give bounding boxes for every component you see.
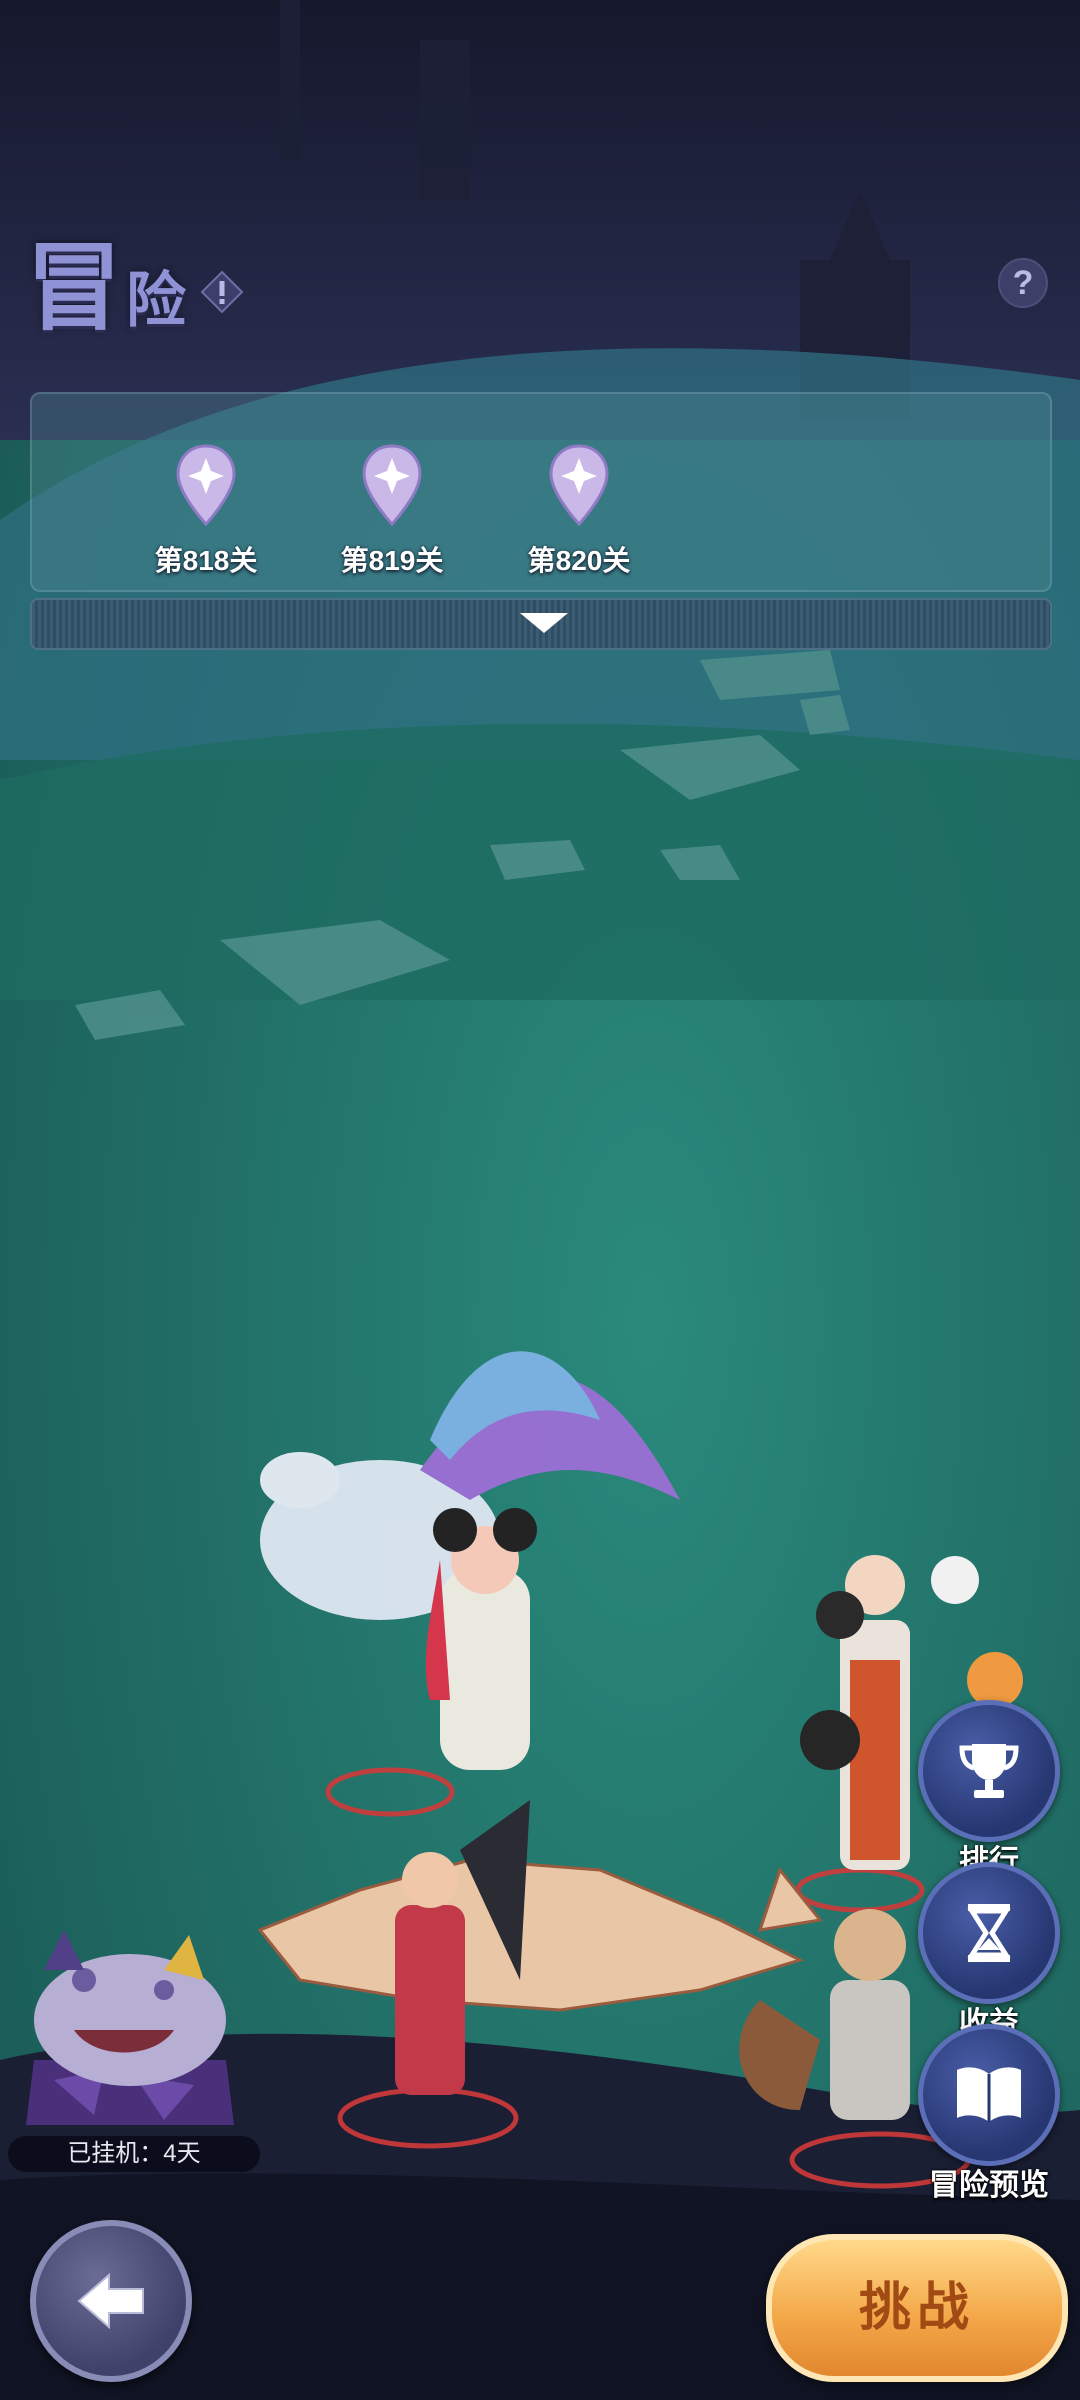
idle-duration-label: 已挂机：4天: [8, 2136, 260, 2172]
rank-button[interactable]: 排行: [904, 1700, 1074, 1880]
stage-node[interactable]: 第818关: [136, 444, 276, 579]
location-pin-icon: [549, 444, 609, 527]
income-button[interactable]: 收益: [904, 1862, 1074, 2042]
left-arrow-icon: [77, 2272, 144, 2330]
stage-label: 第820关: [527, 545, 631, 576]
hero-horned-lady: [425, 1508, 537, 1770]
chevron-down-icon: [520, 613, 568, 633]
location-pin-icon: [176, 444, 236, 527]
preview-button-circle: [918, 2024, 1060, 2166]
question-mark-icon[interactable]: ?: [998, 258, 1048, 308]
stage-progress-panel: 第818关 第819关 第820关: [30, 392, 1052, 592]
page-title: 冒险: [26, 210, 190, 349]
idle-pet-avatar[interactable]: [14, 1910, 246, 2140]
stage-label: 第819关: [340, 545, 444, 576]
adventure-preview-button[interactable]: 冒险预览: [904, 2024, 1074, 2204]
title-second-char: 险: [126, 266, 190, 336]
expand-stages-bar[interactable]: [30, 598, 1052, 650]
rank-button-circle: [918, 1700, 1060, 1842]
stage-label: 第818关: [154, 545, 258, 576]
location-pin-icon: [362, 444, 422, 527]
preview-label: 冒险预览: [929, 2169, 1049, 2202]
stage-node[interactable]: 第820关: [509, 444, 649, 579]
open-book-icon: [957, 2067, 1021, 2122]
trophy-icon: [959, 1744, 1019, 1798]
income-button-circle: [918, 1862, 1060, 2004]
hourglass-icon: [967, 1904, 1011, 1962]
exclamation-diamond-icon[interactable]: [200, 270, 244, 314]
back-button[interactable]: [30, 2220, 192, 2382]
title-main-char: 冒: [26, 231, 126, 344]
stage-node[interactable]: 第819关: [322, 444, 462, 579]
challenge-button[interactable]: 挑战: [766, 2234, 1068, 2382]
